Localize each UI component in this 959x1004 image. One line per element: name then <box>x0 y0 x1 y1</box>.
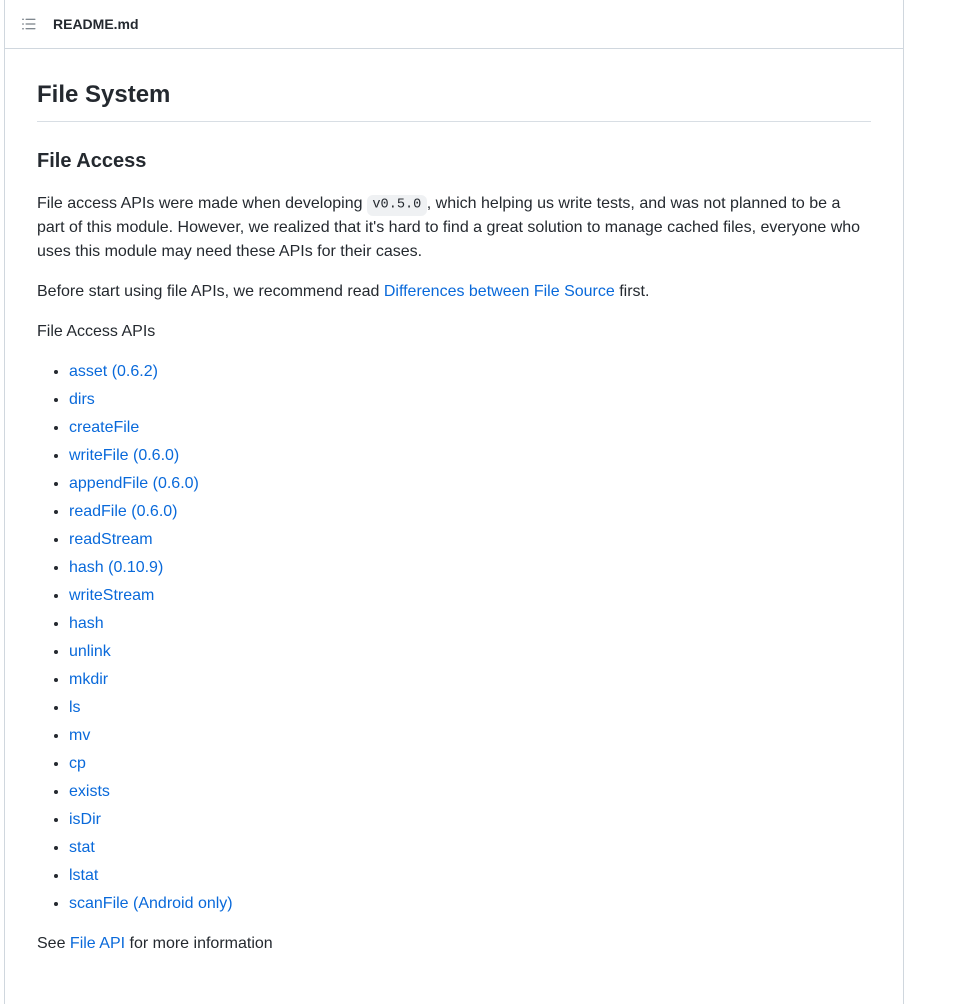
list-item: cp <box>69 752 871 776</box>
list-item: lstat <box>69 864 871 888</box>
text: first. <box>615 283 650 300</box>
heading-file-access: File Access <box>37 146 871 176</box>
api-link[interactable]: cp <box>69 755 86 772</box>
list-item: isDir <box>69 808 871 832</box>
toc-icon[interactable] <box>21 16 37 32</box>
version-code: v0.5.0 <box>367 195 427 215</box>
api-link[interactable]: asset (0.6.2) <box>69 363 158 380</box>
text: Before start using file APIs, we recomme… <box>37 283 384 300</box>
readme-header-bar: README.md <box>5 0 903 49</box>
api-link[interactable]: ls <box>69 699 81 716</box>
api-link[interactable]: stat <box>69 839 95 856</box>
list-item: hash (0.10.9) <box>69 556 871 580</box>
list-item: asset (0.6.2) <box>69 360 871 384</box>
api-link[interactable]: mkdir <box>69 671 108 688</box>
link-file-api[interactable]: File API <box>70 935 125 952</box>
api-link[interactable]: mv <box>69 727 90 744</box>
list-item: createFile <box>69 416 871 440</box>
list-item: readStream <box>69 528 871 552</box>
api-list: asset (0.6.2) dirs createFile writeFile (0.… <box>37 360 871 916</box>
api-link[interactable]: exists <box>69 783 110 800</box>
heading-file-system: File System <box>37 77 871 122</box>
list-item: scanFile (Android only) <box>69 892 871 916</box>
api-link[interactable]: readStream <box>69 531 153 548</box>
api-link[interactable]: unlink <box>69 643 111 660</box>
text: File access APIs were made when developi… <box>37 195 367 212</box>
list-item: writeFile (0.6.0) <box>69 444 871 468</box>
readme-content: File System File Access File access APIs… <box>5 49 903 1004</box>
api-link[interactable]: dirs <box>69 391 95 408</box>
list-item: ls <box>69 696 871 720</box>
link-differences-file-source[interactable]: Differences between File Source <box>384 283 615 300</box>
intro-paragraph-2: Before start using file APIs, we recomme… <box>37 280 871 304</box>
list-item: unlink <box>69 640 871 664</box>
api-link[interactable]: isDir <box>69 811 101 828</box>
text: for more information <box>125 935 273 952</box>
api-link[interactable]: hash <box>69 615 104 632</box>
list-item: hash <box>69 612 871 636</box>
readme-container: README.md File System File Access File a… <box>4 0 904 1004</box>
api-list-intro: File Access APIs <box>37 320 871 344</box>
api-link[interactable]: hash (0.10.9) <box>69 559 163 576</box>
intro-paragraph-1: File access APIs were made when developi… <box>37 192 871 264</box>
footer-paragraph: See File API for more information <box>37 932 871 956</box>
api-link[interactable]: scanFile (Android only) <box>69 895 233 912</box>
api-link[interactable]: appendFile (0.6.0) <box>69 475 199 492</box>
list-item: mkdir <box>69 668 871 692</box>
list-item: readFile (0.6.0) <box>69 500 871 524</box>
list-item: appendFile (0.6.0) <box>69 472 871 496</box>
list-item: exists <box>69 780 871 804</box>
list-item: dirs <box>69 388 871 412</box>
api-link[interactable]: writeFile (0.6.0) <box>69 447 179 464</box>
filename-label[interactable]: README.md <box>53 14 139 35</box>
api-link[interactable]: lstat <box>69 867 98 884</box>
list-item: writeStream <box>69 584 871 608</box>
api-link[interactable]: readFile (0.6.0) <box>69 503 178 520</box>
list-item: stat <box>69 836 871 860</box>
api-link[interactable]: writeStream <box>69 587 154 604</box>
text: See <box>37 935 70 952</box>
list-item: mv <box>69 724 871 748</box>
api-link[interactable]: createFile <box>69 419 139 436</box>
